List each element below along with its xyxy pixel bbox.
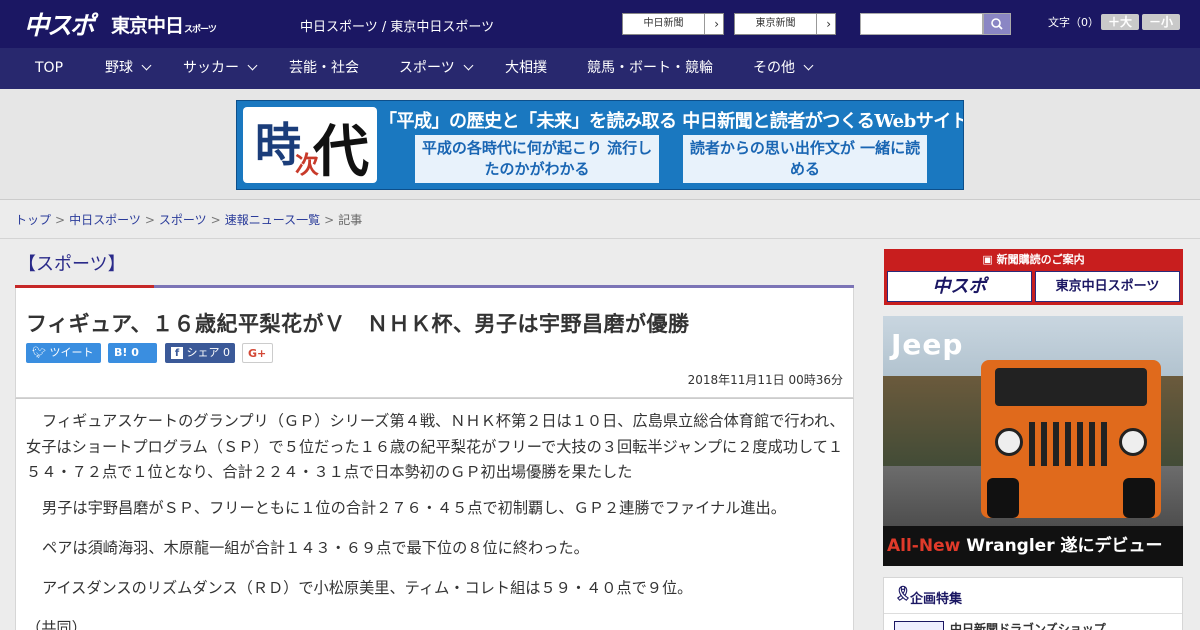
article-date: 2018年11月11日 00時36分 <box>687 373 843 387</box>
nav-label: スポーツ <box>399 60 455 76</box>
chevron-down-icon <box>463 60 474 71</box>
subscription-title-text: 新聞購読のご案内 <box>996 253 1085 266</box>
breadcrumb-chunichi-sports[interactable]: 中日スポーツ <box>69 213 141 227</box>
car-tire <box>987 478 1019 518</box>
banner-box-right: 読者からの思い出作文が 一緒に読める <box>683 135 927 183</box>
nav-item-soccer[interactable]: サッカー <box>183 48 258 89</box>
chunichi-shimbun-button[interactable]: 中日新聞 › <box>622 13 724 35</box>
newspaper-icon: ▣ <box>982 253 993 266</box>
car-headlight <box>1119 428 1147 456</box>
nav-item-sports[interactable]: スポーツ <box>399 48 474 89</box>
car-windshield <box>995 368 1147 406</box>
nav-item-other[interactable]: その他 <box>753 48 814 89</box>
banner-box-left: 平成の各時代に何が起こり 流行したのかがわかる <box>415 135 659 183</box>
ad-tagline-red: All-New <box>887 536 961 556</box>
breadcrumb-separator: > <box>210 213 221 227</box>
site-links[interactable]: 中日スポーツ / 東京中日スポーツ <box>300 16 494 35</box>
twitter-share-button[interactable]: 🐦︎ ツイート <box>26 343 101 363</box>
feature-box: 🎗︎ 企画特集 中日新聞ドラゴンズショップ <box>883 577 1183 630</box>
ad-tagline-text: Wrangler 遂にデビュー <box>960 536 1163 556</box>
article-paragraph: アイスダンスのリズムダンス（ＲＤ）で小松原美里、ティム・コレト組は５９・４０点で… <box>42 579 693 597</box>
jeep-car-image <box>981 360 1161 518</box>
banner-kanji: 代 <box>313 119 369 185</box>
jidai-banner-ad[interactable]: 時 次 代 「平成」の歴史と「未来」を読み取る 中日新聞と読者がつくるWebサイ… <box>236 100 964 190</box>
ad-tagline: All-New Wrangler 遂にデビュー <box>883 526 1183 566</box>
twitter-label: ツイート <box>49 346 94 359</box>
feature-divider <box>884 613 1182 614</box>
font-size-label: 文字（0） <box>1048 16 1099 29</box>
paper-button-label: 東京新聞 <box>735 14 817 34</box>
facebook-label: シェア 0 <box>186 346 231 359</box>
nav-item-racing[interactable]: 競馬・ボート・競輪 <box>587 48 713 89</box>
search-input[interactable] <box>860 13 983 35</box>
banner-headline: 「平成」の歴史と「未来」を読み取る 中日新聞と読者がつくるWebサイト <box>379 111 964 132</box>
breadcrumb-current: 記事 <box>338 213 363 227</box>
subscribe-chuspo-button[interactable]: 中スポ <box>887 271 1032 302</box>
breadcrumb-separator: > <box>55 213 66 227</box>
article-title: フィギュア、１６歳紀平梨花がＶ ＮＨＫ杯、男子は宇野昌磨が優勝 <box>26 312 690 336</box>
nav-label: 大相撲 <box>505 60 547 76</box>
article-body: フィギュアスケートのグランプリ（ＧＰ）シリーズ第４戦、ＮＨＫ杯第２日は１０日、広… <box>15 398 854 630</box>
jeep-logo: Jeep <box>891 328 964 361</box>
twitter-icon: 🐦︎ <box>32 346 46 359</box>
breadcrumb-top[interactable]: トップ <box>15 213 51 227</box>
tokyo-logo-text: 東京中日 <box>111 15 184 37</box>
chevron-right-icon: › <box>714 17 719 31</box>
subscription-box: ▣ 新聞購読のご案内 中スポ 東京中日スポーツ <box>884 249 1183 305</box>
article-header: フィギュア、１６歳紀平梨花がＶ ＮＨＫ杯、男子は宇野昌磨が優勝 🐦︎ ツイート … <box>15 288 854 398</box>
article-paragraph: フィギュアスケートのグランプリ（ＧＰ）シリーズ第４戦、ＮＨＫ杯第２日は１０日、広… <box>26 412 845 481</box>
banner-area: 時 次 代 「平成」の歴史と「未来」を読み取る 中日新聞と読者がつくるWebサイ… <box>0 89 1200 200</box>
chuspo-logo[interactable]: 中スポ <box>24 6 95 42</box>
main-nav: TOP 野球 サッカー 芸能・社会 スポーツ 大相撲 競馬・ボート・競輪 その他 <box>0 48 1200 89</box>
tokyo-logo-small: スポーツ <box>184 25 217 35</box>
nav-label: 芸能・社会 <box>289 60 359 76</box>
breadcrumb-news-list[interactable]: 速報ニュース一覧 <box>225 213 320 227</box>
breadcrumb-separator: > <box>324 213 335 227</box>
tokyo-chunichi-logo[interactable]: 東京中日スポーツ <box>111 11 217 38</box>
nav-item-baseball[interactable]: 野球 <box>105 48 152 89</box>
jeep-wrangler-ad[interactable]: Jeep All-New Wrangler 遂にデビュー <box>883 316 1183 566</box>
font-smaller-button[interactable]: －小 <box>1142 14 1180 30</box>
breadcrumb-sports[interactable]: スポーツ <box>159 213 207 227</box>
nav-label: TOP <box>35 60 64 76</box>
search-button[interactable] <box>983 13 1011 35</box>
chevron-right-icon: › <box>826 17 831 31</box>
breadcrumb: トップ > 中日スポーツ > スポーツ > 速報ニュース一覧 > 記事 <box>15 211 362 228</box>
hatena-bookmark-button[interactable]: B! 0 <box>108 343 157 363</box>
section-title: 【スポーツ】 <box>18 254 126 275</box>
google-plus-button[interactable]: G+ <box>242 343 273 363</box>
facebook-icon: f <box>171 347 183 359</box>
subscription-title: ▣ 新聞購読のご案内 <box>884 251 1183 267</box>
breadcrumb-separator: > <box>144 213 155 227</box>
feature-title: 企画特集 <box>910 592 963 607</box>
chevron-down-icon <box>247 60 258 71</box>
nav-item-sumo[interactable]: 大相撲 <box>505 48 547 89</box>
nav-label: 競馬・ボート・競輪 <box>587 60 713 76</box>
facebook-share-button[interactable]: f シェア 0 <box>165 343 235 363</box>
feature-item-link[interactable]: 中日新聞ドラゴンズショップ <box>950 620 1106 630</box>
nav-label: サッカー <box>183 60 239 76</box>
top-bar: 中スポ 東京中日スポーツ 中日スポーツ / 東京中日スポーツ 中日新聞 › 東京… <box>0 0 1200 48</box>
nav-label: 野球 <box>105 60 133 76</box>
tokyo-shimbun-button[interactable]: 東京新聞 › <box>734 13 836 35</box>
feature-thumbnail[interactable] <box>894 621 944 630</box>
chevron-down-icon <box>803 60 814 71</box>
ribbon-icon: 🎗︎ <box>894 586 912 602</box>
article-paragraph: 男子は宇野昌磨がＳＰ、フリーともに１位の合計２７６・４５点で初制覇し、ＧＰ２連勝… <box>42 499 786 517</box>
nav-item-entertainment[interactable]: 芸能・社会 <box>289 48 359 89</box>
paper-button-label: 中日新聞 <box>623 14 705 34</box>
car-tire <box>1123 478 1155 518</box>
article-paragraph: ペアは須崎海羽、木原龍一組が合計１４３・６９点で最下位の８位に終わった。 <box>42 539 589 557</box>
subscribe-tokyo-chunichi-button[interactable]: 東京中日スポーツ <box>1035 271 1180 302</box>
banner-logo: 時 次 代 <box>243 107 377 185</box>
car-grille <box>1029 422 1113 466</box>
car-headlight <box>995 428 1023 456</box>
breadcrumb-divider <box>0 238 1200 239</box>
nav-item-top[interactable]: TOP <box>35 48 63 89</box>
article-credit: （共同） <box>26 619 87 630</box>
nav-label: その他 <box>753 60 795 76</box>
font-larger-button[interactable]: ＋大 <box>1101 14 1139 30</box>
chevron-down-icon <box>141 60 152 71</box>
search-icon <box>991 18 1003 30</box>
